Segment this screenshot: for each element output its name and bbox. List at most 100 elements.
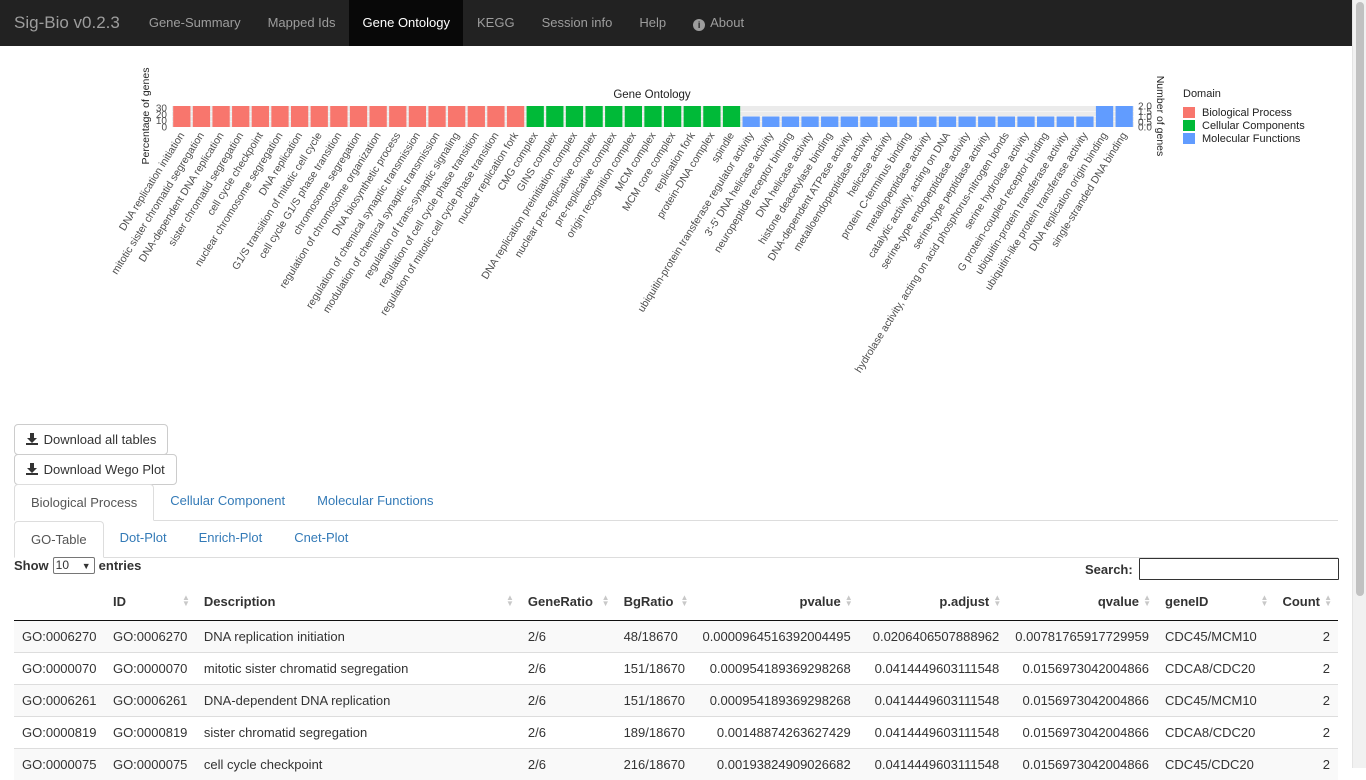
tab-biological-process[interactable]: Biological Process <box>14 484 155 521</box>
cell-bgratio: 151/18670 <box>615 683 695 716</box>
col-label: BgRatio <box>623 593 674 609</box>
download-icon <box>26 433 38 445</box>
cell-bgratio: 48/18670 <box>615 619 695 652</box>
nav-mapped-ids[interactable]: Mapped Ids <box>254 0 349 46</box>
cell-description: DNA-dependent DNA replication <box>195 683 520 716</box>
bar <box>742 116 760 127</box>
bar <box>663 106 682 127</box>
bar <box>212 106 230 127</box>
table-row: GO:0006270 GO:0006270 DNA replication init… <box>14 619 1338 652</box>
col-description[interactable]: Description ▲ ▼ <box>195 583 520 621</box>
bar <box>958 116 976 127</box>
col-label: ID <box>112 593 126 609</box>
col-generatio[interactable]: GeneRatio ▲ ▼ <box>519 583 616 621</box>
bar <box>487 106 505 127</box>
cell-id: GO:0006261 <box>104 683 196 716</box>
bar <box>467 106 485 127</box>
bar <box>762 116 780 127</box>
col-qvalue[interactable]: qvalue ▲ ▼ <box>1007 583 1158 621</box>
col-bgratio[interactable]: BgRatio ▲ ▼ <box>615 583 695 621</box>
tab-cellular-component[interactable]: Cellular Component <box>154 483 301 520</box>
bar <box>860 116 878 127</box>
cell-count: 2 <box>1274 747 1338 780</box>
col-label: qvalue <box>1097 593 1140 609</box>
app-brand[interactable]: Sig-Bio v0.2.3 <box>0 0 135 46</box>
legend-swatch <box>1183 133 1195 144</box>
cell-bgratio: 151/18670 <box>615 651 695 684</box>
cell-rowname: GO:0006261 <box>14 683 105 716</box>
nav-about[interactable]: i About <box>679 0 757 46</box>
cell-generatio: 2/6 <box>519 619 616 652</box>
y-right-tick-label: 0.0 <box>1138 123 1152 134</box>
bar <box>1095 106 1114 127</box>
nav-help[interactable]: Help <box>625 0 679 46</box>
nav-gene-summary[interactable]: Gene-Summary <box>135 0 254 46</box>
cell-geneid: CDC45/MCM10 <box>1157 683 1275 716</box>
bar <box>605 106 623 127</box>
sort-icon: ▲ ▼ <box>601 593 610 608</box>
nav-gene-ontology[interactable]: Gene Ontology <box>348 0 463 46</box>
col-count[interactable]: Count ▲ ▼ <box>1274 583 1338 621</box>
download-wego-plot-button[interactable]: Download Wego Plot <box>14 454 177 485</box>
col-label: geneID <box>1165 593 1209 609</box>
cell-bgratio: 189/18670 <box>615 715 695 748</box>
bar <box>428 106 446 127</box>
nav-session-info[interactable]: Session info <box>528 0 626 46</box>
cell-description: cell cycle checkpoint <box>195 747 520 780</box>
legend-title: Domain <box>1183 88 1221 100</box>
nav-kegg[interactable]: KEGG <box>463 0 528 46</box>
download-all-tables-button[interactable]: Download all tables <box>14 424 169 455</box>
entries-label: entries <box>98 558 142 573</box>
page-scrollbar[interactable] <box>1352 0 1366 768</box>
y-left-axis-title: Percentage of genes <box>140 68 152 165</box>
tab-molecular-functions[interactable]: Molecular Functions <box>301 483 449 520</box>
tab-go-table[interactable]: GO-Table <box>14 521 104 558</box>
cell-count: 2 <box>1274 683 1338 716</box>
tab-cnet-plot[interactable]: Cnet-Plot <box>278 520 364 557</box>
cell-bgratio: 216/18670 <box>615 747 695 780</box>
col-geneid[interactable]: geneID ▲ ▼ <box>1157 583 1275 621</box>
bar <box>389 106 407 127</box>
search-label: Search: <box>1085 561 1133 577</box>
col-id[interactable]: ID ▲ ▼ <box>104 583 196 621</box>
bar <box>840 116 858 127</box>
sort-icon: ▲ ▼ <box>1260 593 1269 608</box>
bar <box>310 106 328 127</box>
show-label: Show <box>14 558 49 573</box>
cell-pvalue: 0.0000964516392004495 <box>694 619 859 652</box>
cell-id: GO:0000070 <box>104 651 196 684</box>
col-pvalue[interactable]: pvalue ▲ ▼ <box>694 583 859 621</box>
bar <box>192 106 211 127</box>
col-rowname[interactable] <box>14 583 105 621</box>
wego-plot: DNA replication initiationmitotic sister… <box>109 68 1166 375</box>
bar <box>722 106 741 127</box>
bar <box>565 106 584 127</box>
sort-icon: ▲ ▼ <box>505 593 514 608</box>
tab-dot-plot[interactable]: Dot-Plot <box>104 520 183 557</box>
col-padjust[interactable]: p.adjust ▲ ▼ <box>858 583 1008 621</box>
sort-icon: ▲ ▼ <box>844 593 853 608</box>
cell-geneid: CDCA8/CDC20 <box>1157 715 1275 748</box>
table-header-row: ID ▲ ▼ Description ▲ ▼ GeneRatio ▲ ▼ BgRatio ▲ ▼… <box>14 583 1338 621</box>
cell-qvalue: 0.00781765917729959 <box>1007 619 1158 652</box>
col-label: pvalue <box>799 593 841 609</box>
scrollbar-thumb[interactable] <box>1356 2 1364 596</box>
legend-item-biological-process: Biological Process <box>1183 106 1305 119</box>
bar <box>624 106 643 127</box>
bar <box>1056 116 1074 127</box>
bar <box>232 106 250 127</box>
table-row: GO:0006261 GO:0006261 DNA-dependent DNA re… <box>14 683 1338 716</box>
tab-enrich-plot[interactable]: Enrich-Plot <box>183 520 279 557</box>
cell-count: 2 <box>1274 651 1338 684</box>
bar <box>585 106 603 127</box>
cell-generatio: 2/6 <box>519 747 616 780</box>
legend-label: Biological Process <box>1202 106 1292 119</box>
bar <box>801 116 819 127</box>
cell-pvalue: 0.000954189369298268 <box>694 651 859 684</box>
legend-item-cellular-components: Cellular Components <box>1183 119 1305 132</box>
search-input[interactable] <box>1138 558 1339 580</box>
y-right-axis-title: Number of genes <box>1154 76 1166 157</box>
download-wego-plot-label: Download Wego Plot <box>43 462 165 477</box>
cell-description: sister chromatid segregation <box>195 715 520 748</box>
entries-select[interactable]: 10 ▼ <box>52 557 95 574</box>
